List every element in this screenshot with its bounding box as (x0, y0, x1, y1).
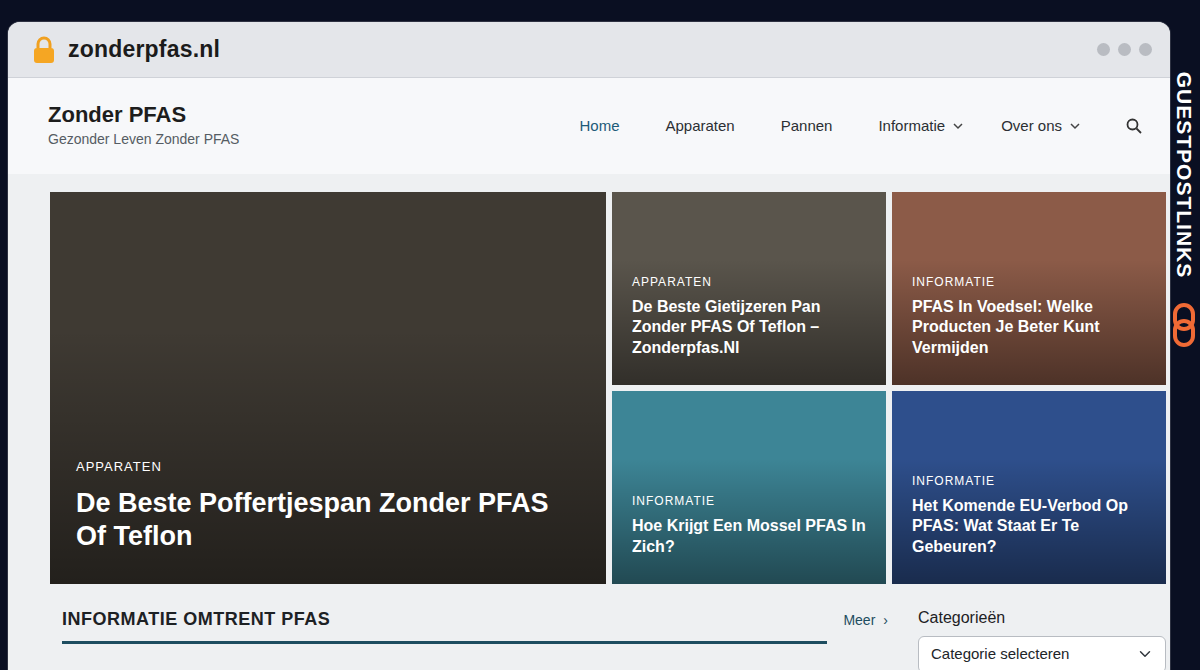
featured-post[interactable]: INFORMATIE Het Komende EU-Verbod Op PFAS:… (892, 391, 1166, 584)
category-select[interactable]: Categorie selecteren (918, 636, 1166, 670)
nav-item[interactable]: Home (579, 111, 627, 142)
chain-link-icon (1171, 303, 1197, 347)
site-title[interactable]: Zonder PFAS (48, 102, 239, 128)
url-text[interactable]: zonderpfas.nl (68, 32, 220, 67)
section-title: INFORMATIE OMTRENT PFAS (62, 606, 827, 633)
section-heading: INFORMATIE OMTRENT PFAS (62, 606, 827, 644)
site-header: Zonder PFASGezonder Leven Zonder PFAS Hom… (8, 78, 1170, 174)
nav-label[interactable]: Pannen (781, 115, 833, 138)
lock-icon (32, 36, 56, 64)
watermark-text: GUESTPOSTLINKS (1168, 72, 1200, 279)
search-icon (1126, 118, 1142, 134)
post-category[interactable]: INFORMATIE (632, 492, 866, 510)
window-dot[interactable] (1118, 43, 1131, 56)
section-header: INFORMATIE OMTRENT PFAS Meer › (62, 606, 888, 670)
content-area: INFORMATIE OMTRENT PFASMeer›CategorieënC… (8, 584, 1170, 670)
lock-holder (32, 36, 56, 64)
nav-label[interactable]: Informatie (878, 115, 945, 138)
watermark-logo: GUESTPOSTLINKS (1170, 55, 1198, 355)
post-title[interactable]: De Beste Gietijzeren Pan Zonder PFAS Of … (632, 297, 866, 359)
site-brand[interactable]: Zonder PFASGezonder Leven Zonder PFAS (48, 102, 239, 149)
post-title[interactable]: Hoe Krijgt Een Mossel PFAS In Zich? (632, 516, 866, 558)
nav-label[interactable]: Home (579, 115, 619, 138)
watermark-text-holder: GUESTPOSTLINKS (1170, 55, 1198, 295)
nav-label[interactable]: Apparaten (665, 115, 734, 138)
section-underline (62, 641, 827, 644)
main-nav: Home Apparaten Pannen Informatie Over ons (579, 111, 1142, 142)
featured-post[interactable]: APPARATEN De Beste Poffertjespan Zonder P… (50, 192, 606, 584)
post-title[interactable]: De Beste Poffertjespan Zonder PFAS Of Te… (76, 487, 580, 555)
featured-grid: APPARATEN De Beste Poffertjespan Zonder P… (8, 192, 1170, 584)
site-tagline: Gezonder Leven Zonder PFAS (48, 129, 239, 150)
featured-post[interactable]: INFORMATIE Hoe Krijgt Een Mossel PFAS In … (612, 391, 886, 584)
featured-post[interactable]: APPARATEN De Beste Gietijzeren Pan Zonder… (612, 192, 886, 385)
nav-item[interactable]: Apparaten (665, 111, 742, 142)
window-dot[interactable] (1097, 43, 1110, 56)
more-link[interactable]: Meer › (843, 606, 888, 631)
nav-label[interactable]: Over ons (1001, 115, 1062, 138)
nav-item[interactable]: Pannen (781, 111, 841, 142)
sidebar-title: Categorieën (918, 606, 1166, 630)
more-label[interactable]: Meer (843, 610, 875, 631)
nav-item[interactable]: Over ons (1001, 111, 1080, 142)
sidebar: Categorieën Categorie selecteren (918, 606, 1166, 670)
browser-window: zonderpfas.nl Zonder PFASGezonder Leven Z… (8, 22, 1170, 670)
search-button[interactable] (1126, 114, 1142, 138)
address-bar: zonderpfas.nl (8, 22, 1170, 78)
window-dot[interactable] (1139, 43, 1152, 56)
nav-item[interactable]: Informatie (878, 111, 963, 142)
post-title[interactable]: Het Komende EU-Verbod Op PFAS: Wat Staat… (912, 496, 1146, 558)
chevron-holder (953, 122, 963, 130)
window-controls (1097, 43, 1152, 56)
post-category[interactable]: APPARATEN (76, 457, 580, 477)
post-category[interactable]: APPARATEN (632, 273, 866, 291)
post-category[interactable]: INFORMATIE (912, 273, 1146, 291)
chevron-down-icon (953, 122, 963, 130)
chevron-holder (1070, 122, 1080, 130)
chevron-down-icon (1070, 122, 1080, 130)
more-arrow[interactable]: › (883, 610, 888, 631)
featured-post[interactable]: INFORMATIE PFAS In Voedsel: Welke Product… (892, 192, 1166, 385)
post-title[interactable]: PFAS In Voedsel: Welke Producten Je Bete… (912, 297, 1146, 359)
post-category[interactable]: INFORMATIE (912, 472, 1146, 490)
